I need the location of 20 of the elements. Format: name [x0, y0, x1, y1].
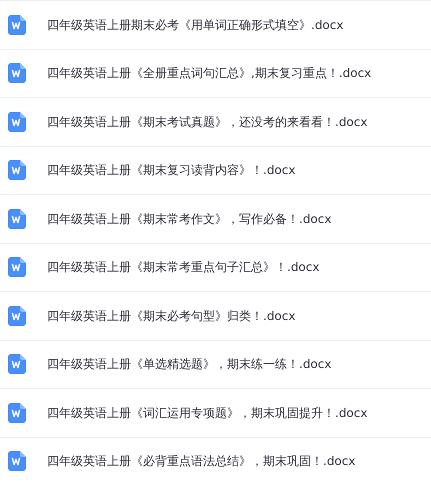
word-document-icon — [8, 63, 26, 84]
file-name[interactable]: 四年级英语上册《词汇运用专项题》，期末巩固提升！.docx — [47, 404, 368, 422]
word-document-icon — [8, 112, 26, 132]
word-document-icon — [8, 451, 26, 472]
word-document-icon — [8, 160, 26, 180]
word-document-icon — [8, 14, 26, 35]
file-name[interactable]: 四年级英语上册《期末复习读背内容》！.docx — [47, 161, 296, 180]
file-name[interactable]: 四年级英语上册《期末常考重点句子汇总》！.docx — [47, 258, 320, 276]
file-name[interactable]: 四年级英语上册《期末必考句型》归类！.docx — [47, 306, 296, 325]
word-document-icon — [8, 257, 26, 278]
file-name[interactable]: 四年级英语上册《期末考试真题》，还没考的来看看！.docx — [47, 112, 368, 131]
file-name[interactable]: 四年级英语上册《单选精选题》，期末练一练！.docx — [47, 355, 332, 374]
file-name[interactable]: 四年级英语上册期末必考《用单词正确形式填空》.docx — [47, 16, 344, 34]
file-name[interactable]: 四年级英语上册《全册重点词句汇总》,期末复习重点！.docx — [47, 64, 372, 82]
word-document-icon — [8, 208, 26, 229]
word-document-icon — [8, 306, 26, 326]
word-document-icon — [8, 354, 26, 374]
file-name[interactable]: 四年级英语上册《必背重点语法总结》，期末巩固！.docx — [47, 452, 356, 470]
file-name[interactable]: 四年级英语上册《期末常考作文》，写作必备！.docx — [47, 210, 332, 228]
word-document-icon — [8, 402, 26, 423]
